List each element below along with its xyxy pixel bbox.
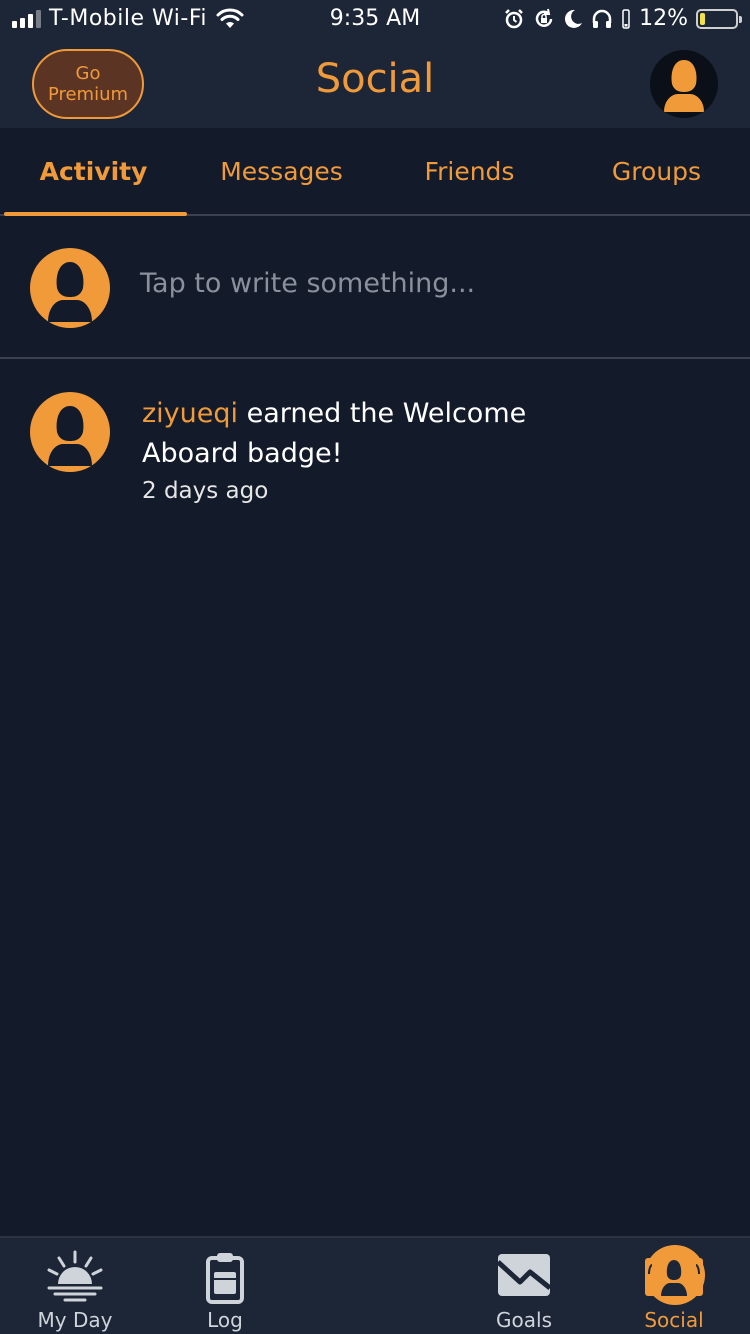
tabbar-label: My Day: [37, 1308, 113, 1332]
segment-tabs: Activity Messages Friends Groups: [0, 128, 750, 216]
status-bar: T-Mobile Wi-Fi 9:35 AM 12%: [0, 0, 750, 40]
write-post-input[interactable]: Tap to write something...: [140, 268, 475, 299]
clipboard-icon: [206, 1253, 244, 1304]
tab-activity[interactable]: Activity: [0, 128, 187, 216]
tab-groups[interactable]: Groups: [563, 128, 750, 216]
post-composer[interactable]: Tap to write something...: [0, 216, 750, 359]
profile-avatar-button[interactable]: [650, 50, 718, 118]
moon-icon: [565, 9, 583, 28]
user-silhouette-icon: [664, 60, 704, 112]
feed-username[interactable]: ziyueqi: [142, 398, 238, 429]
user-silhouette-icon: [48, 262, 92, 322]
alarm-icon: [505, 8, 523, 28]
tabbar-label: Social: [644, 1308, 704, 1332]
user-silhouette-icon: [48, 406, 92, 466]
battery-icon: [696, 8, 742, 29]
tabbar-item-social[interactable]: Social: [599, 1238, 749, 1334]
app-header: T-Mobile Wi-Fi 9:35 AM 12% Go Premium So…: [0, 0, 750, 128]
feed-message: ziyueqi earned the Welcome Aboard badge!: [142, 394, 562, 474]
composer-avatar: [30, 248, 110, 328]
tabbar-item-goals[interactable]: Goals: [449, 1238, 599, 1334]
rotation-lock-icon: [535, 8, 553, 27]
tab-messages[interactable]: Messages: [188, 128, 375, 216]
battery-saver-icon: [622, 8, 630, 29]
feed-timestamp: 2 days ago: [142, 478, 269, 504]
bottom-tab-bar: My Day Log Goals Social: [0, 1236, 750, 1334]
status-right: 12%: [503, 6, 742, 31]
feed-avatar[interactable]: [30, 392, 110, 472]
chart-icon: [496, 1254, 552, 1296]
tabbar-label: Log: [207, 1308, 243, 1332]
tab-friends[interactable]: Friends: [376, 128, 563, 216]
tabbar-item-log[interactable]: Log: [150, 1238, 300, 1334]
sunrise-icon: [47, 1250, 103, 1302]
tabbar-item-add[interactable]: [300, 1238, 705, 1334]
page-title: Social: [315, 56, 435, 102]
tabbar-item-my-day[interactable]: My Day: [0, 1238, 150, 1334]
people-icon: [645, 1252, 703, 1300]
headphones-icon: [592, 9, 612, 28]
list-item[interactable]: ziyueqi earned the Welcome Aboard badge!…: [0, 360, 750, 540]
tabbar-label: Goals: [496, 1308, 552, 1332]
battery-percent: 12%: [639, 6, 688, 31]
